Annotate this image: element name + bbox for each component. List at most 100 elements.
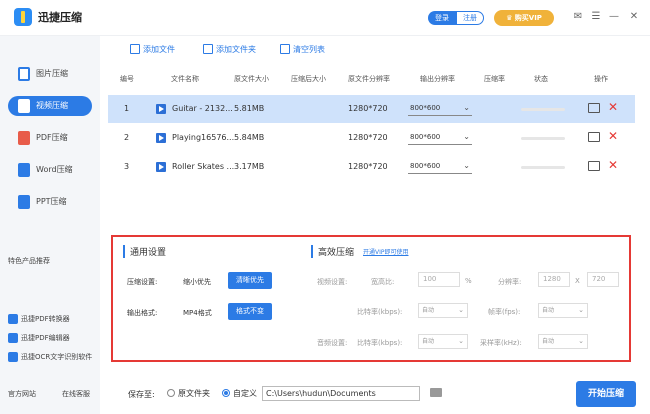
folder-icon[interactable] <box>588 132 600 142</box>
fps-select[interactable]: 自动 ⌄ <box>538 303 588 318</box>
video-file-icon <box>156 133 166 143</box>
output-resolution-value: 800*600 <box>410 104 441 112</box>
header-resolution: 原文件分辨率 <box>348 75 390 83</box>
video-file-icon <box>156 104 166 114</box>
add-file-button[interactable]: 添加文件 <box>130 43 175 55</box>
add-file-icon <box>130 43 140 54</box>
video-settings-label: 视频设置: <box>317 278 348 286</box>
start-compress-button[interactable]: 开始压缩 <box>576 381 636 407</box>
buy-vip-button[interactable]: ♛ 购买VIP <box>494 10 554 26</box>
sidebar-item-word[interactable]: Word压缩 <box>8 160 92 180</box>
title-bar: 迅捷压缩 登录 注册 ♛ 购买VIP ✉ ☰ — ✕ <box>0 0 650 36</box>
clear-list-label: 清空列表 <box>293 45 325 54</box>
row-resolution: 1280*720 <box>348 162 388 171</box>
chevron-down-icon: ⌄ <box>458 337 464 345</box>
register-button[interactable]: 注册 <box>456 11 484 25</box>
add-folder-button[interactable]: 添加文件夹 <box>203 43 256 55</box>
trash-icon <box>280 43 290 54</box>
sidebar-item-label: 视频压缩 <box>36 101 68 110</box>
sidebar-item-video[interactable]: 视频压缩 <box>8 96 92 116</box>
header-status: 状态 <box>534 75 548 83</box>
ocr-icon <box>8 352 18 362</box>
aspect-ratio-input[interactable]: 100 <box>418 272 460 287</box>
row-name: Roller Skates ... <box>172 162 235 171</box>
table-row[interactable]: 1 Guitar - 2132... 5.81MB 1280*720 800*6… <box>108 95 635 123</box>
word-icon <box>18 163 30 177</box>
delete-icon[interactable]: ✕ <box>608 158 618 172</box>
row-resolution: 1280*720 <box>348 104 388 113</box>
message-icon[interactable]: ✉ <box>570 9 586 25</box>
official-site-link[interactable]: 官方网站 <box>8 389 36 399</box>
delete-icon[interactable]: ✕ <box>608 129 618 143</box>
output-resolution-select[interactable]: 800*600 ⌄ <box>408 101 472 116</box>
close-icon[interactable]: ✕ <box>626 9 642 25</box>
audio-bitrate-select[interactable]: 自动 ⌄ <box>418 334 468 349</box>
x-separator: X <box>575 277 580 285</box>
output-resolution-select[interactable]: 800*600 ⌄ <box>408 159 472 174</box>
row-size: 5.81MB <box>234 104 265 113</box>
sample-rate-select[interactable]: 自动 ⌄ <box>538 334 588 349</box>
chevron-down-icon: ⌄ <box>578 337 584 345</box>
compress-option-small[interactable]: 缩小优先 <box>183 277 211 287</box>
header-compressed: 压缩后大小 <box>291 75 326 83</box>
original-folder-radio[interactable] <box>167 389 175 397</box>
output-format-label: 输出格式: <box>127 309 158 317</box>
table-row[interactable]: 3 Roller Skates ... 3.17MB 1280*720 800*… <box>108 153 635 181</box>
recommend-pdf-converter[interactable]: 迅捷PDF转换器 <box>8 314 70 324</box>
percent-label: % <box>465 277 472 285</box>
width-input[interactable]: 1280 <box>538 272 570 287</box>
login-button[interactable]: 登录 <box>428 11 456 25</box>
header-rate: 压缩率 <box>484 75 505 83</box>
vip-link[interactable]: 开通VIP即可使用 <box>363 247 409 256</box>
sample-rate-label: 采样率(kHz): <box>480 339 522 347</box>
sidebar-item-label: PDF压缩 <box>36 133 68 142</box>
recommend-label: 迅捷PDF转换器 <box>21 315 70 323</box>
sidebar-item-label: 图片压缩 <box>36 69 68 78</box>
header-actions: 操作 <box>594 75 608 83</box>
pdf-icon <box>18 131 30 145</box>
output-resolution-value: 800*600 <box>410 162 441 170</box>
bitrate-select[interactable]: 自动 ⌄ <box>418 303 468 318</box>
sidebar-item-ppt[interactable]: PPT压缩 <box>8 192 92 212</box>
buy-vip-label: 购买VIP <box>514 14 542 22</box>
clear-list-button[interactable]: 清空列表 <box>280 43 325 55</box>
save-path-input[interactable]: C:\Users\hudun\Documents <box>262 386 420 401</box>
table-row[interactable]: 2 Playing16576... 5.84MB 1280*720 800*60… <box>108 124 635 152</box>
custom-folder-radio[interactable] <box>222 389 230 397</box>
chevron-down-icon: ⌄ <box>578 306 584 314</box>
clarity-first-button[interactable]: 清晰优先 <box>228 272 272 289</box>
advanced-compress-title: 高效压缩 <box>311 245 354 258</box>
general-settings-title: 通用设置 <box>123 245 166 258</box>
recommend-pdf-editor[interactable]: 迅捷PDF编辑器 <box>8 333 70 343</box>
folder-icon[interactable] <box>588 161 600 171</box>
settings-panel: 通用设置 压缩设置: 缩小优先 清晰优先 输出格式: MP4格式 格式不变 高效… <box>111 235 631 362</box>
menu-icon[interactable]: ☰ <box>588 9 604 25</box>
recommend-ocr[interactable]: 迅捷OCR文字识别软件 <box>8 352 92 362</box>
sidebar-item-pdf[interactable]: PDF压缩 <box>8 128 92 148</box>
custom-folder-label[interactable]: 自定义 <box>233 388 257 399</box>
row-num: 2 <box>124 133 130 142</box>
online-support-link[interactable]: 在线客服 <box>62 389 90 399</box>
sidebar-item-label: Word压缩 <box>36 165 73 174</box>
browse-folder-icon[interactable] <box>430 388 442 397</box>
sidebar-item-label: PPT压缩 <box>36 197 67 206</box>
chevron-down-icon: ⌄ <box>463 161 470 170</box>
output-resolution-select[interactable]: 800*600 ⌄ <box>408 130 472 145</box>
original-folder-label[interactable]: 原文件夹 <box>178 388 210 399</box>
row-name: Guitar - 2132... <box>172 104 233 113</box>
delete-icon[interactable]: ✕ <box>608 100 618 114</box>
row-size: 3.17MB <box>234 162 265 171</box>
height-input[interactable]: 720 <box>587 272 619 287</box>
sidebar-item-image[interactable]: 图片压缩 <box>8 64 92 84</box>
audio-bitrate-value: 自动 <box>422 338 435 345</box>
video-icon <box>18 99 30 113</box>
header-size: 原文件大小 <box>234 75 269 83</box>
pdf-converter-icon <box>8 314 18 324</box>
audio-settings-label: 音频设置: <box>317 339 348 347</box>
minimize-icon[interactable]: — <box>606 9 622 25</box>
progress-bar <box>521 137 565 140</box>
folder-icon[interactable] <box>588 103 600 113</box>
format-mp4-option[interactable]: MP4格式 <box>183 308 212 318</box>
chevron-down-icon: ⌄ <box>458 306 464 314</box>
keep-format-button[interactable]: 格式不变 <box>228 303 272 320</box>
